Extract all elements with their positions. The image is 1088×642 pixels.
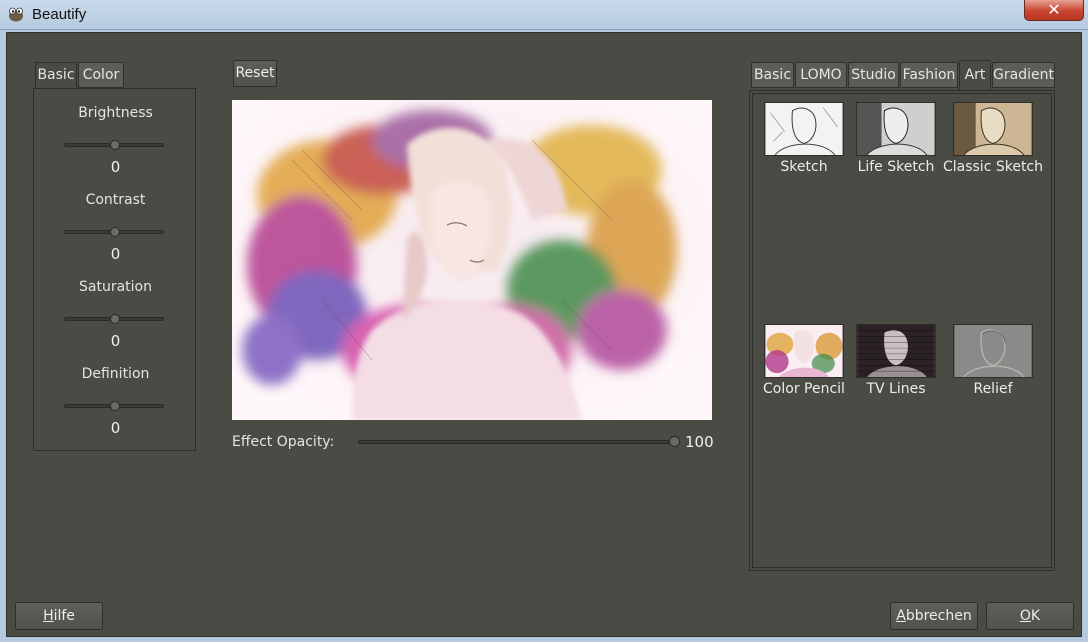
- brightness-label: Brightness: [78, 105, 153, 121]
- contrast-value: 0: [110, 245, 121, 263]
- effect-opacity-label: Effect Opacity:: [232, 434, 335, 450]
- saturation-label: Saturation: [79, 279, 152, 295]
- tab-effect-art[interactable]: Art: [959, 60, 991, 90]
- color-pencil-thumbnail[interactable]: [764, 324, 844, 378]
- ok-button[interactable]: OK: [986, 602, 1074, 630]
- saturation-slider-knob[interactable]: [110, 314, 120, 324]
- saturation-value: 0: [110, 332, 121, 350]
- reset-button[interactable]: Reset: [233, 60, 277, 87]
- adjustments-panel: Brightness 0 Contrast 0 Saturation 0 Def…: [33, 88, 196, 451]
- tab-effect-lomo[interactable]: LOMO: [795, 62, 847, 88]
- help-button-label: ilfe: [53, 608, 75, 624]
- contrast-label: Contrast: [85, 192, 146, 208]
- cancel-button-mnemonic: A: [896, 608, 906, 624]
- tv-lines-thumbnail[interactable]: [856, 324, 936, 378]
- effect-relief-label[interactable]: Relief: [938, 381, 1048, 397]
- tab-color-adjust[interactable]: Color: [78, 62, 124, 88]
- window-titlebar: Beautify: [0, 0, 1088, 30]
- tab-effect-fashion[interactable]: Fashion: [900, 62, 958, 88]
- effect-opacity-slider[interactable]: [358, 440, 670, 444]
- help-button[interactable]: Hilfe: [15, 602, 103, 630]
- tab-effect-basic[interactable]: Basic: [751, 62, 794, 88]
- brightness-value: 0: [110, 158, 121, 176]
- sketch-thumbnail[interactable]: [764, 102, 844, 156]
- classic-sketch-thumbnail[interactable]: [953, 102, 1033, 156]
- ok-button-mnemonic: O: [1019, 608, 1031, 624]
- cancel-button-label: bbrechen: [905, 608, 972, 624]
- ok-button-label: K: [1030, 608, 1041, 624]
- definition-slider-knob[interactable]: [110, 401, 120, 411]
- relief-thumbnail[interactable]: [953, 324, 1033, 378]
- tab-effect-gradient[interactable]: Gradient: [992, 62, 1055, 88]
- help-button-mnemonic: H: [43, 608, 54, 624]
- life-sketch-thumbnail[interactable]: [856, 102, 936, 156]
- definition-value: 0: [110, 419, 121, 437]
- effect-tv-lines-label[interactable]: TV Lines: [841, 381, 951, 397]
- contrast-slider-knob[interactable]: [110, 227, 120, 237]
- window-title: Beautify: [32, 6, 87, 23]
- tab-basic-adjust[interactable]: Basic: [35, 62, 77, 89]
- tab-effect-studio[interactable]: Studio: [848, 62, 899, 88]
- effect-opacity-value: 100: [685, 433, 714, 451]
- effect-classic-sketch-label[interactable]: Classic Sketch: [938, 159, 1048, 175]
- close-window-button[interactable]: ✕: [1024, 0, 1084, 21]
- cancel-button[interactable]: Abbrechen: [890, 602, 978, 630]
- preview-image: [232, 100, 712, 420]
- effect-opacity-slider-knob[interactable]: [669, 436, 680, 447]
- gimp-app-icon: [9, 7, 23, 22]
- effect-life-sketch-label[interactable]: Life Sketch: [841, 159, 951, 175]
- brightness-slider-knob[interactable]: [110, 140, 120, 150]
- definition-label: Definition: [81, 366, 150, 382]
